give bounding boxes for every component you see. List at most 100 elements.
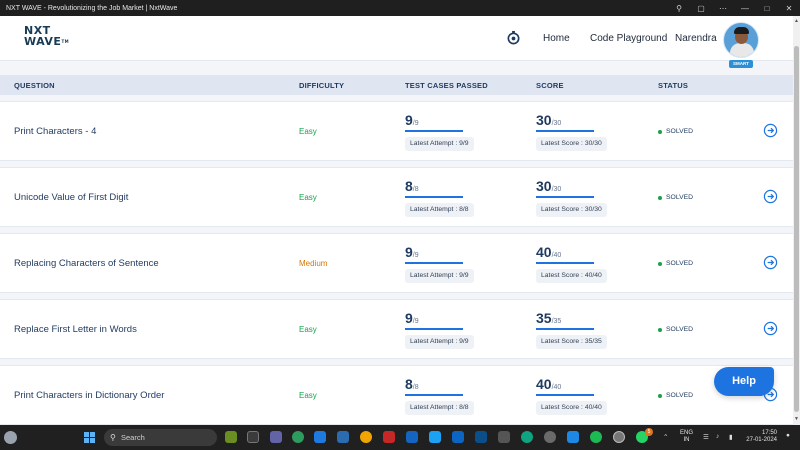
scroll-up-icon[interactable]: ▲ <box>794 18 799 24</box>
app-icon[interactable] <box>475 431 487 443</box>
linkedin-icon[interactable] <box>452 431 464 443</box>
avatar-badge: SMART <box>729 60 753 68</box>
battery-icon[interactable]: ▮ <box>729 433 733 441</box>
question-title[interactable]: Print Characters in Dictionary Order <box>14 390 164 401</box>
column-score: SCORE <box>536 81 564 90</box>
status-badge: SOLVED <box>658 326 693 333</box>
window-title: NXT WAVE - Revolutionizing the Job Marke… <box>6 4 178 12</box>
taskbar-app-icon[interactable] <box>225 431 237 443</box>
latest-score-pill: Latest Score : 30/30 <box>536 203 607 217</box>
score-progress-bar <box>536 328 594 330</box>
facebook-icon[interactable] <box>406 431 418 443</box>
app-icon[interactable] <box>567 431 579 443</box>
windows-start-icon[interactable] <box>84 432 96 444</box>
scroll-thumb[interactable] <box>794 46 799 412</box>
score-value: 40/40 <box>536 244 562 260</box>
test-cases-passed: 9/9 <box>405 244 419 260</box>
latest-score-pill: Latest Score : 40/40 <box>536 269 607 283</box>
difficulty-label: Easy <box>299 325 317 334</box>
window-titlebar: NXT WAVE - Revolutionizing the Job Marke… <box>0 0 800 16</box>
latest-score-pill: Latest Score : 30/30 <box>536 137 607 151</box>
nxtwave-logo[interactable]: NXT WAVETM <box>24 25 72 53</box>
score-value: 30/30 <box>536 178 562 194</box>
score-progress-bar <box>536 196 594 198</box>
question-title[interactable]: Replace First Letter in Words <box>14 324 137 335</box>
chatgpt-icon[interactable] <box>521 431 533 443</box>
arrow-circle-right-icon[interactable] <box>763 123 778 138</box>
arrow-circle-right-icon[interactable] <box>763 321 778 336</box>
app-header: NXT WAVETM Home Code Playground Narendra… <box>0 16 793 68</box>
test-cases-passed: 9/9 <box>405 310 419 326</box>
chrome-icon[interactable] <box>360 431 372 443</box>
spotify-icon[interactable] <box>590 431 602 443</box>
edge-icon[interactable] <box>292 431 304 443</box>
tab-search-icon[interactable]: ▢ <box>690 4 712 13</box>
teams-icon[interactable] <box>270 431 282 443</box>
latest-attempt-pill: Latest Attempt : 9/9 <box>405 335 474 349</box>
difficulty-label: Easy <box>299 391 317 400</box>
store-icon[interactable] <box>337 431 349 443</box>
latest-attempt-pill: Latest Attempt : 9/9 <box>405 269 474 283</box>
volume-icon[interactable]: ♪ <box>716 433 719 440</box>
test-cases-progress-bar <box>405 262 463 264</box>
app-icon[interactable] <box>544 431 556 443</box>
close-icon[interactable]: ✕ <box>778 4 800 13</box>
difficulty-label: Easy <box>299 193 317 202</box>
table-row[interactable]: Unicode Value of First Digit Easy 8/8 La… <box>0 167 793 227</box>
zoom-search-icon[interactable]: ⚲ <box>668 4 690 13</box>
column-question: QUESTION <box>14 81 55 90</box>
chevron-up-icon[interactable]: ⌃ <box>663 433 668 441</box>
stocks-app-icon[interactable] <box>314 431 326 443</box>
help-button[interactable]: Help <box>714 367 774 396</box>
question-title[interactable]: Unicode Value of First Digit <box>14 192 128 203</box>
difficulty-label: Easy <box>299 127 317 136</box>
table-row[interactable]: Replace First Letter in Words Easy 9/9 L… <box>0 299 793 359</box>
latest-attempt-pill: Latest Attempt : 8/8 <box>405 401 474 415</box>
status-badge: SOLVED <box>658 128 693 135</box>
status-badge: SOLVED <box>658 194 693 201</box>
arrow-circle-right-icon[interactable] <box>763 189 778 204</box>
stopwatch-icon[interactable] <box>506 30 521 45</box>
notifications-icon[interactable]: ● <box>786 432 790 439</box>
weather-icon[interactable] <box>4 431 17 444</box>
nav-code-playground-link[interactable]: Code Playground <box>590 33 667 44</box>
app-icon[interactable] <box>498 431 510 443</box>
maximize-icon[interactable]: □ <box>756 4 778 13</box>
latest-attempt-pill: Latest Attempt : 8/8 <box>405 203 474 217</box>
test-cases-passed: 8/8 <box>405 376 419 392</box>
table-row[interactable]: Print Characters - 4 Easy 9/9 Latest Att… <box>0 101 793 161</box>
avatar[interactable] <box>723 22 759 58</box>
score-progress-bar <box>536 130 594 132</box>
latest-score-pill: Latest Score : 40/40 <box>536 401 607 415</box>
nav-home-link[interactable]: Home <box>543 33 570 44</box>
active-app-icon[interactable] <box>613 431 625 443</box>
page-scrollbar[interactable]: ▲ ▼ <box>793 16 800 425</box>
question-title[interactable]: Replacing Characters of Sentence <box>14 258 159 269</box>
arrow-circle-right-icon[interactable] <box>763 255 778 270</box>
table-header: QUESTION DIFFICULTY TEST CASES PASSED SC… <box>0 75 793 95</box>
score-value: 30/30 <box>536 112 562 128</box>
task-view-icon[interactable] <box>247 431 259 443</box>
test-cases-passed: 9/9 <box>405 112 419 128</box>
windows-taskbar: ⚲ Search 5 ⌃ ENG IN ☰ ♪ ▮ 17:50 27-01-20… <box>0 425 800 450</box>
test-cases-progress-bar <box>405 394 463 396</box>
table-row[interactable]: Replacing Characters of Sentence Medium … <box>0 233 793 293</box>
table-row[interactable]: Print Characters in Dictionary Order Eas… <box>0 365 793 425</box>
taskbar-search-input[interactable]: ⚲ Search <box>104 429 217 446</box>
search-icon: ⚲ <box>110 433 116 442</box>
scroll-down-icon[interactable]: ▼ <box>794 416 799 422</box>
system-clock[interactable]: 17:50 27-01-2024 <box>745 430 777 444</box>
question-title[interactable]: Print Characters - 4 <box>14 126 96 137</box>
language-indicator[interactable]: ENG IN <box>680 430 693 444</box>
more-menu-icon[interactable]: ⋯ <box>712 4 734 13</box>
notification-badge: 5 <box>645 428 653 436</box>
latest-attempt-pill: Latest Attempt : 9/9 <box>405 137 474 151</box>
score-value: 35/35 <box>536 310 562 326</box>
score-progress-bar <box>536 262 594 264</box>
mcafee-icon[interactable] <box>383 431 395 443</box>
minimize-icon[interactable]: — <box>734 4 756 13</box>
wifi-icon[interactable]: ☰ <box>703 433 709 441</box>
twitter-icon[interactable] <box>429 431 441 443</box>
test-cases-progress-bar <box>405 130 463 132</box>
user-name[interactable]: Narendra <box>675 33 717 44</box>
